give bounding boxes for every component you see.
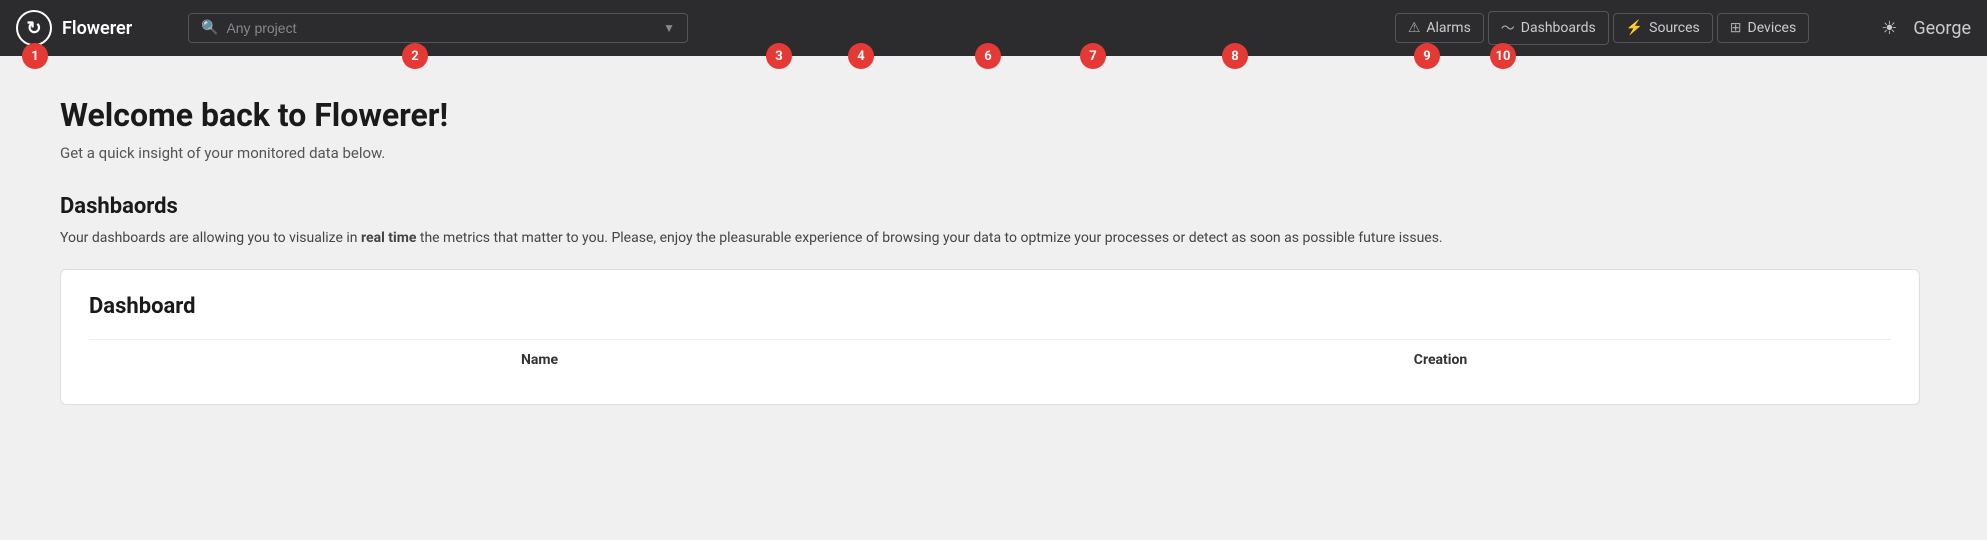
brand-title: Flowerer	[62, 18, 132, 39]
alarm-icon: ⚠	[1408, 20, 1421, 36]
nav-sources-label: Sources	[1649, 20, 1700, 36]
nav-alarms-label: Alarms	[1426, 20, 1470, 36]
sources-icon: ⚡	[1626, 20, 1643, 36]
main-content: Welcome back to Flowerer! Get a quick in…	[0, 56, 1987, 445]
annotation-badge-1: 1	[22, 43, 48, 69]
table-header: Name Creation	[89, 339, 1891, 380]
search-container: 🔍 ▼	[188, 13, 688, 43]
brand-icon: ↻	[16, 10, 52, 46]
card-title: Dashboard	[89, 294, 1891, 319]
dashboard-card: Dashboard Name Creation	[60, 269, 1920, 405]
project-dropdown-arrow[interactable]: ▼	[663, 21, 675, 35]
section-description: Your dashboards are allowing you to visu…	[60, 227, 1460, 249]
nav-item-dashboards[interactable]: 〜 Dashboards	[1488, 11, 1609, 45]
section-title: Dashbaords	[60, 194, 1927, 219]
nav-devices-label: Devices	[1748, 20, 1797, 36]
brand-icon-char: ↻	[26, 18, 41, 39]
section-desc-plain: Your dashboards are allowing you to visu…	[60, 230, 361, 246]
devices-icon: ⊞	[1730, 20, 1742, 36]
annotation-badge-8: 8	[1222, 43, 1248, 69]
search-input[interactable]	[226, 20, 655, 36]
nav-item-sources[interactable]: ⚡ Sources	[1613, 13, 1713, 43]
section-desc-bold: real time	[361, 230, 416, 246]
annotation-badge-7: 7	[1080, 43, 1106, 69]
annotation-badge-6: 6	[975, 43, 1001, 69]
annotation-badge-2: 2	[402, 43, 428, 69]
annotation-badge-9: 9	[1414, 43, 1440, 69]
theme-icon[interactable]: ☀	[1881, 18, 1897, 39]
annotation-badge-10: 10	[1490, 43, 1516, 69]
annotation-badge-4: 4	[848, 43, 874, 69]
search-icon: 🔍	[201, 20, 218, 36]
section-desc-rest: the metrics that matter to you. Please, …	[416, 230, 1442, 246]
brand: ↻ Flowerer	[16, 10, 156, 46]
user-icon[interactable]: George	[1913, 18, 1971, 39]
navbar: ↻ Flowerer 🔍 ▼ ⚠ Alarms 〜 Dashboards ⚡ S…	[0, 0, 1987, 56]
dashboards-icon: 〜	[1501, 18, 1515, 38]
table-col-creation: Creation	[990, 352, 1891, 368]
welcome-subtitle: Get a quick insight of your monitored da…	[60, 144, 1927, 162]
welcome-title: Welcome back to Flowerer!	[60, 96, 1927, 134]
username-label: George	[1913, 18, 1971, 39]
nav-item-devices[interactable]: ⊞ Devices	[1717, 13, 1809, 43]
nav-right: ☀ George	[1881, 18, 1971, 39]
annotation-badge-3: 3	[766, 43, 792, 69]
nav-dashboards-label: Dashboards	[1521, 20, 1596, 36]
nav-item-alarms[interactable]: ⚠ Alarms	[1395, 13, 1484, 43]
table-col-name: Name	[89, 352, 990, 368]
nav-items: ⚠ Alarms 〜 Dashboards ⚡ Sources ⊞ Device…	[1395, 11, 1809, 45]
